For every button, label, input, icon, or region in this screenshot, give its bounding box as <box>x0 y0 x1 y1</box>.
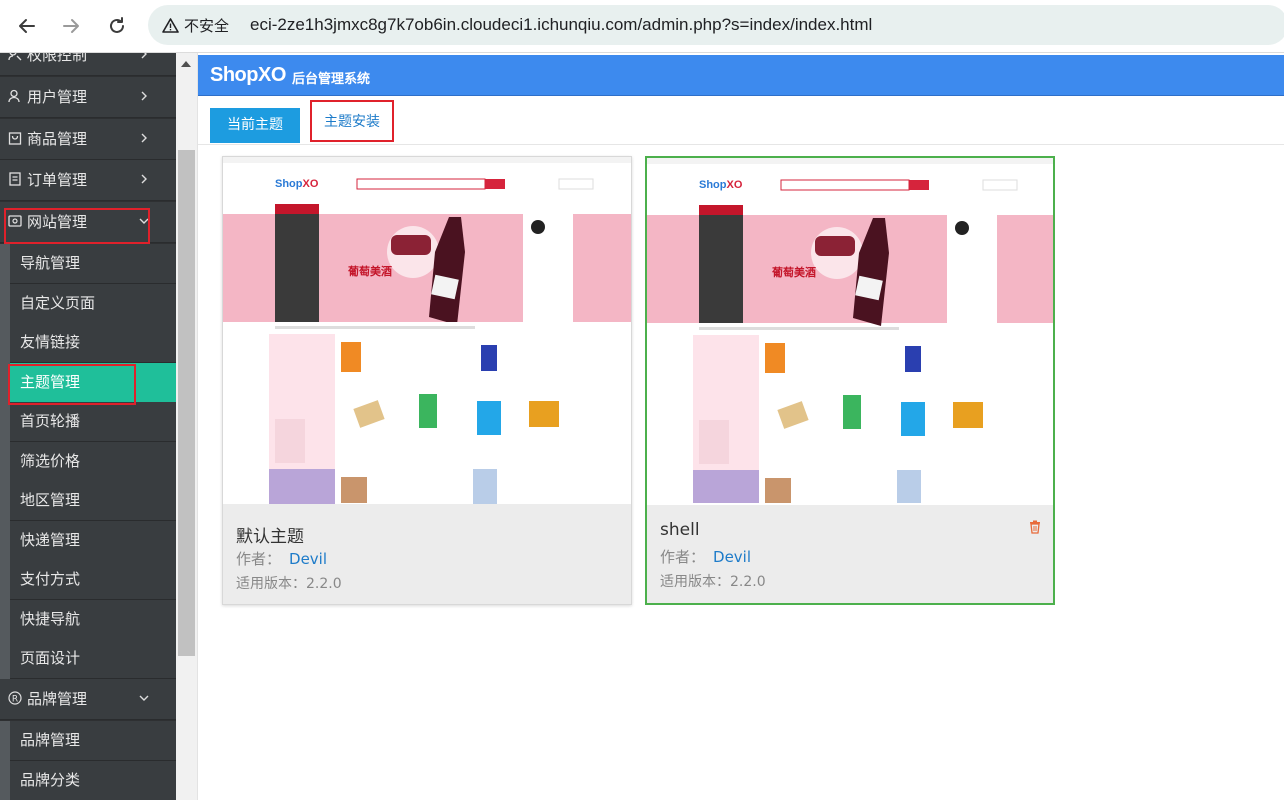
version-value: 2.2.0 <box>730 574 766 590</box>
submenu-quick-nav[interactable]: 快捷导航 <box>10 600 176 640</box>
sidebar-item-orders[interactable]: 订单管理 <box>0 160 176 201</box>
svg-text:葡萄美酒: 葡萄美酒 <box>347 264 392 278</box>
url-text[interactable]: eci-2ze1h3jmxc8g7k7ob6in.cloudeci1.ichun… <box>250 5 872 45</box>
sidebar-item-label: 用户管理 <box>27 88 88 106</box>
forward-button[interactable] <box>57 12 85 40</box>
author-label: 作者： <box>660 548 706 566</box>
submenu-label: 支付方式 <box>20 570 81 588</box>
theme-version: 适用版本：2.2.0 <box>236 573 342 593</box>
submenu-label: 导航管理 <box>20 254 81 272</box>
scroll-up-arrow-icon[interactable] <box>181 61 191 67</box>
sidebar-item-label: 订单管理 <box>27 171 88 189</box>
sidebar-item-brand[interactable]: R 品牌管理 <box>0 679 176 720</box>
submenu-label: 友情链接 <box>20 333 81 351</box>
submenu-label: 快捷导航 <box>20 610 81 628</box>
security-indicator[interactable]: 不安全 <box>162 5 229 45</box>
logo[interactable]: ShopXO <box>210 55 286 95</box>
bag-icon <box>8 132 22 145</box>
submenu-indent <box>0 244 10 680</box>
chevron-right-icon <box>141 53 147 59</box>
submenu-label: 首页轮播 <box>20 412 81 430</box>
version-label: 适用版本： <box>236 576 306 592</box>
svg-text:葡萄美酒: 葡萄美酒 <box>771 265 816 279</box>
sidebar-item-users[interactable]: 用户管理 <box>0 77 176 118</box>
sidebar-item-goods[interactable]: 商品管理 <box>0 119 176 160</box>
submenu-nav[interactable]: 导航管理 <box>10 244 176 284</box>
author-link[interactable]: Devil <box>289 550 327 568</box>
submenu-payment[interactable]: 支付方式 <box>10 560 176 600</box>
sidebar-item-label: 权限控制 <box>27 53 88 64</box>
version-label: 适用版本： <box>660 574 730 590</box>
highlight-theme <box>8 364 136 405</box>
tab-theme-install[interactable]: 主题安装 <box>310 100 394 142</box>
theme-card[interactable]: ShopXO 葡萄美酒 默认主题 作者： Devil 适用版本：2.2.0 <box>222 156 632 605</box>
theme-author: 作者： Devil <box>660 546 751 567</box>
submenu-label: 品牌分类 <box>20 771 81 789</box>
admin-header: ShopXO 后台管理系统 <box>198 55 1284 96</box>
back-button[interactable] <box>13 12 41 40</box>
submenu-custom-page[interactable]: 自定义页面 <box>10 284 176 324</box>
submenu-label: 快递管理 <box>20 531 81 549</box>
tab-current-theme[interactable]: 当前主题 <box>210 108 300 143</box>
document-icon <box>9 172 21 186</box>
user-icon <box>8 89 20 103</box>
submenu-label: 自定义页面 <box>20 294 96 312</box>
chevron-right-icon <box>141 133 147 143</box>
address-bar[interactable]: 不安全 eci-2ze1h3jmxc8g7k7ob6in.cloudeci1.i… <box>148 5 1284 45</box>
theme-version: 适用版本：2.2.0 <box>660 571 766 591</box>
reload-icon <box>110 17 124 33</box>
insecure-label: 不安全 <box>184 16 230 35</box>
submenu-page-design[interactable]: 页面设计 <box>10 639 176 679</box>
theme-author: 作者： Devil <box>236 548 327 569</box>
theme-name: shell <box>660 520 700 540</box>
theme-name: 默认主题 <box>236 527 304 547</box>
submenu-label: 地区管理 <box>20 491 81 509</box>
browser-toolbar: 不安全 eci-2ze1h3jmxc8g7k7ob6in.cloudeci1.i… <box>0 0 1284 53</box>
submenu-express[interactable]: 快递管理 <box>10 521 176 561</box>
submenu-price-filter[interactable]: 筛选价格 <box>10 442 176 482</box>
submenu-brand-manage[interactable]: 品牌管理 <box>10 721 176 761</box>
chevron-right-icon <box>141 174 147 184</box>
author-link[interactable]: Devil <box>713 548 751 566</box>
submenu-slider[interactable]: 首页轮播 <box>10 402 176 442</box>
theme-preview-image: ShopXO 葡萄美酒 <box>223 157 631 504</box>
svg-text:ShopXO: ShopXO <box>275 178 319 190</box>
back-arrow-icon <box>19 19 35 33</box>
submenu-label: 页面设计 <box>20 649 81 667</box>
trash-icon[interactable] <box>1029 520 1041 534</box>
submenu-label: 筛选价格 <box>20 452 81 470</box>
reload-button[interactable] <box>103 12 131 40</box>
theme-card-selected[interactable]: ShopXO 葡萄美酒 shell 作者： Devil 适用版本：2.2.0 <box>645 156 1055 605</box>
theme-preview-image: ShopXO 葡萄美酒 <box>647 158 1053 505</box>
warning-icon <box>162 17 179 33</box>
chevron-right-icon <box>141 91 147 101</box>
sidebar: 权限控制 用户管理 商品管理 订单管理 网站管理 导航管理 自定义页面 友情链接… <box>0 53 176 800</box>
submenu-links[interactable]: 友情链接 <box>10 323 176 363</box>
highlight-website <box>4 208 150 244</box>
submenu-indent <box>0 721 10 800</box>
submenu-label: 品牌管理 <box>20 731 81 749</box>
registered-icon: R <box>8 691 22 705</box>
sidebar-scrollbar[interactable] <box>176 53 198 800</box>
scroll-thumb[interactable] <box>178 150 195 656</box>
author-label: 作者： <box>236 550 282 568</box>
forward-arrow-icon <box>63 19 79 33</box>
chevron-down-icon <box>139 695 149 701</box>
sidebar-item-label: 品牌管理 <box>27 690 88 708</box>
sidebar-item-label: 商品管理 <box>27 130 88 148</box>
sidebar-item-permission[interactable]: 权限控制 <box>0 53 176 76</box>
svg-text:R: R <box>12 694 18 704</box>
svg-text:ShopXO: ShopXO <box>699 179 743 191</box>
version-value: 2.2.0 <box>306 576 342 592</box>
submenu-brand-category[interactable]: 品牌分类 <box>10 761 176 800</box>
submenu-region[interactable]: 地区管理 <box>10 481 176 521</box>
header-subtitle: 后台管理系统 <box>292 72 371 87</box>
permission-icon <box>8 53 22 61</box>
theme-tabs: 当前主题 主题安装 <box>198 96 1284 145</box>
